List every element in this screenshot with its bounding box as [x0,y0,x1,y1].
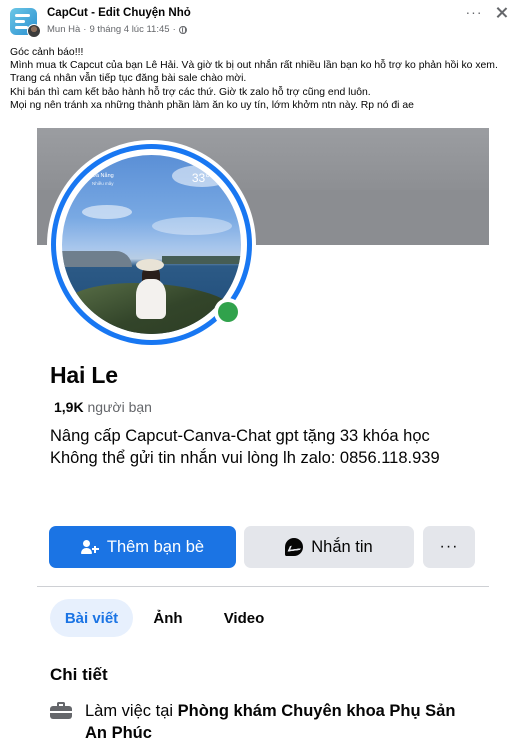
details-heading: Chi tiết [50,665,108,684]
weather-city: Đà Nẵng [92,173,114,179]
profile-bio: Nâng cấp Capcut-Canva-Chat gpt tặng 33 k… [50,425,470,469]
group-name-link[interactable]: CapCut - Edit Chuyện Nhỏ [47,7,191,19]
add-friend-button[interactable]: Thêm bạn bè [49,526,236,568]
briefcase-icon [50,702,72,719]
messenger-icon [285,538,304,556]
author-name-link[interactable]: Mun Hà [47,24,80,35]
post-header: CapCut - Edit Chuyện Nhỏ Mun Hà · 9 thán… [10,6,513,40]
author-avatar[interactable] [27,24,41,38]
post-meta: Mun Hà · 9 tháng 4 lúc 11:45 · [47,24,187,35]
bio-line: Không thể gửi tin nhắn vui lòng lh zalo:… [50,449,440,467]
globe-icon [178,25,187,34]
more-options-label: ··· [439,538,459,555]
post-time-link[interactable]: 9 tháng 4 lúc 11:45 [89,24,169,35]
tab-posts[interactable]: Bài viết [50,599,133,637]
post-line: Mọi ng nên tránh xa những thành phần làm… [10,99,414,111]
friend-count-label: người bạn [87,399,152,415]
post-text: Góc cảnh báo!!! Mình mua tk Capcut của b… [10,46,515,112]
more-dots-icon[interactable]: ··· [464,5,484,22]
bio-line: Nâng cấp Capcut-Canva-Chat gpt tặng 33 k… [50,427,430,445]
work-prefix: Làm việc tại [85,702,174,720]
person-figure [132,259,172,319]
weather-temperature: 33° [191,171,210,185]
weather-condition: Nhiều mây [92,181,114,186]
post-line: Góc cảnh báo!!! [10,47,84,58]
weather-overlay: Đà Nẵng Nhiều mây 33° [92,171,210,201]
message-button[interactable]: Nhắn tin [244,526,414,568]
add-friend-label: Thêm bạn bè [106,537,205,556]
tab-video[interactable]: Video [215,599,273,637]
friend-count[interactable]: 1,9K người bạn [54,399,152,415]
divider [37,586,489,587]
close-icon[interactable] [493,4,511,22]
message-label: Nhắn tin [311,537,373,556]
post-line: Mình mua tk Capcut của bạn Lê Hải. Và gi… [10,60,498,85]
post-line: Khi bán thì cam kết bảo hành hỗ trợ các … [10,86,371,98]
friend-count-number: 1,9K [54,399,84,415]
meta-separator: · [83,24,87,35]
profile-name: Hai Le [50,362,118,388]
work-detail-text: Làm việc tại Phòng khám Chuyên khoa Phụ … [85,700,480,743]
online-status-dot [214,298,242,326]
meta-separator: · [172,24,176,35]
tab-photos[interactable]: Ảnh [147,599,189,637]
more-options-button[interactable]: ··· [423,526,475,568]
profile-screenshot[interactable]: Đà Nẵng Nhiều mây 33° Hai Le 1,9K người … [37,128,489,743]
add-friend-icon [80,539,99,555]
